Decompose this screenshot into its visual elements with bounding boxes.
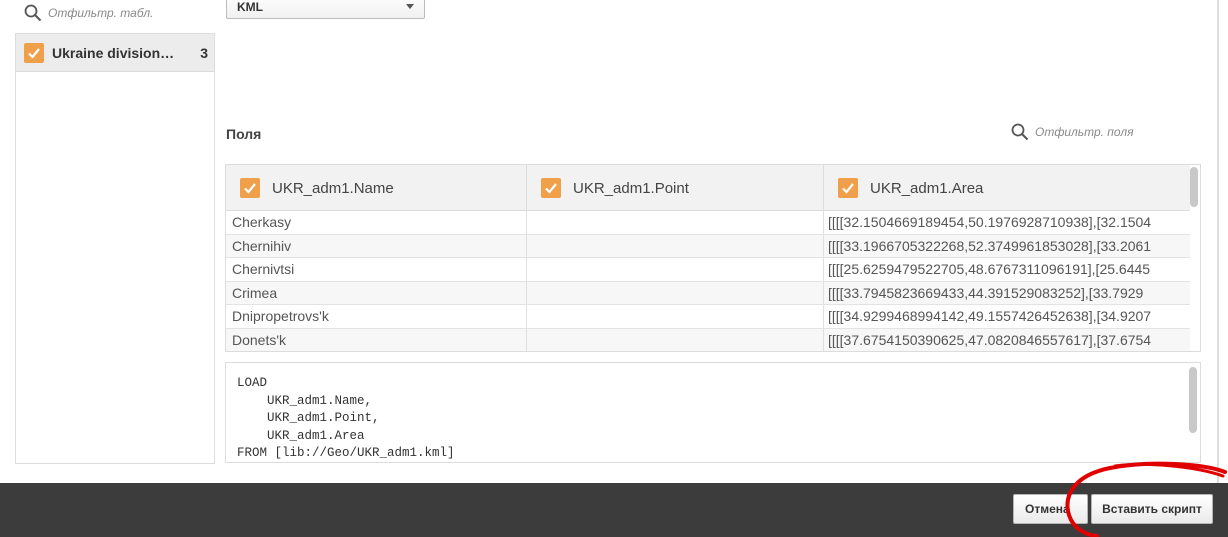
column-label: UKR_adm1.Point — [573, 179, 689, 197]
table-row: Chernivtsi [[[[25.6259479522705,48.67673… — [226, 258, 1190, 282]
field-checkbox-name[interactable] — [240, 178, 260, 198]
grid-body: Cherkasy [[[[32.1504669189454,50.1976928… — [226, 211, 1190, 351]
dialog-footer: Отмена Вставить скрипт — [0, 483, 1228, 537]
script-line: UKR_adm1.Name, — [237, 393, 373, 408]
cell-area: [[[[32.1504669189454,50.1976928710938],[… — [828, 214, 1152, 230]
cell-point — [527, 328, 824, 351]
checkmark-icon — [842, 183, 854, 194]
cell-point — [527, 211, 824, 234]
file-format-value: KML — [237, 0, 263, 14]
checkmark-icon — [28, 47, 40, 59]
cell-area: [[[[34.9299468994142,49.1557426452638],[… — [828, 308, 1152, 324]
table-row: Cherkasy [[[[32.1504669189454,50.1976928… — [226, 211, 1190, 235]
cell-name: Cherkasy — [226, 211, 527, 234]
cell-name: Chernivtsi — [226, 258, 527, 281]
cell-point — [527, 281, 824, 304]
script-line: UKR_adm1.Area — [237, 428, 365, 443]
table-row: Dnipropetrovs'k [[[[34.9299468994142,49.… — [226, 305, 1190, 329]
column-header-name[interactable]: UKR_adm1.Name — [226, 165, 527, 211]
script-scrollbar[interactable] — [1189, 367, 1197, 433]
script-line: LOAD — [237, 376, 268, 390]
table-filter-placeholder: Отфильтр. табл. — [48, 6, 154, 20]
cell-area: [[[[25.6259479522705,48.6767311096191],[… — [828, 261, 1151, 277]
column-header-point[interactable]: UKR_adm1.Point — [527, 165, 824, 211]
chevron-down-icon — [406, 4, 414, 9]
table-filter[interactable]: Отфильтр. табл. — [24, 4, 153, 22]
cell-name: Chernihiv — [226, 234, 527, 257]
panel-divider — [1217, 0, 1219, 483]
table-row: Chernihiv [[[[33.1966705322268,52.374996… — [226, 234, 1190, 258]
field-checkbox-area[interactable] — [838, 178, 858, 198]
cell-point — [527, 305, 824, 328]
table-name: Ukraine division… — [52, 44, 175, 61]
script-line: FROM [lib://Geo/UKR_adm1.kml] — [237, 446, 455, 460]
fields-preview-grid: UKR_adm1.Name UKR_adm1.Point UKR_adm1.Ar… — [225, 164, 1201, 352]
fields-filter-placeholder: Отфильтр. поля — [1035, 125, 1134, 139]
fields-heading: Поля — [226, 126, 262, 142]
cell-name: Donets'k — [226, 328, 527, 351]
column-label: UKR_adm1.Name — [272, 179, 394, 197]
data-load-dialog: Отфильтр. табл. Ukraine division… 3 KML … — [0, 0, 1228, 537]
cell-point — [527, 258, 824, 281]
script-line: UKR_adm1.Point, — [237, 411, 380, 425]
search-icon — [1011, 123, 1029, 141]
cell-area: [[[[33.1966705322268,52.3749961853028],[… — [828, 237, 1152, 254]
table-checkbox[interactable] — [24, 42, 44, 63]
field-checkbox-point[interactable] — [541, 178, 561, 198]
cell-name: Crimea — [226, 281, 527, 304]
file-format-select[interactable]: KML — [226, 0, 425, 19]
script-code: LOAD UKR_adm1.Name, UKR_adm1.Point, UKR_… — [237, 375, 455, 463]
column-header-area[interactable]: UKR_adm1.Area — [824, 165, 1190, 211]
tables-list: Ukraine division… 3 — [15, 33, 215, 464]
cancel-button[interactable]: Отмена — [1013, 494, 1088, 524]
script-preview[interactable]: LOAD UKR_adm1.Name, UKR_adm1.Point, UKR_… — [225, 362, 1201, 463]
table-field-count: 3 — [200, 44, 208, 61]
grid-scrollbar[interactable] — [1190, 167, 1198, 207]
cell-point — [527, 234, 824, 257]
checkmark-icon — [545, 183, 557, 194]
cell-area: [[[[37.6754150390625,47.0820846557617],[… — [828, 331, 1152, 348]
insert-script-button[interactable]: Вставить скрипт — [1091, 494, 1213, 524]
column-label: UKR_adm1.Area — [870, 179, 984, 197]
table-item-ukraine-divisions[interactable]: Ukraine division… 3 — [16, 34, 214, 72]
fields-filter[interactable]: Отфильтр. поля — [1011, 123, 1134, 141]
checkmark-icon — [244, 183, 256, 194]
table-row: Crimea [[[[33.7945823669433,44.391529083… — [226, 281, 1190, 305]
table-row: Donets'k [[[[37.6754150390625,47.0820846… — [226, 328, 1190, 351]
grid-header: UKR_adm1.Name UKR_adm1.Point UKR_adm1.Ar… — [226, 165, 1190, 211]
cell-name: Dnipropetrovs'k — [226, 305, 527, 328]
search-icon — [24, 4, 42, 22]
cell-area: [[[[33.7945823669433,44.391529083252],[3… — [828, 284, 1144, 301]
